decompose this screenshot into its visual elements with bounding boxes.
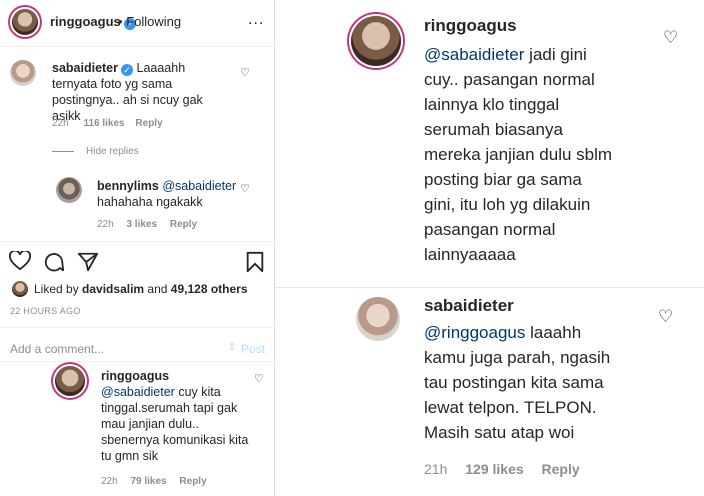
comment-icon[interactable]	[43, 251, 65, 273]
bennylims-avatar[interactable]	[56, 177, 82, 203]
reply-button[interactable]: Reply	[170, 219, 197, 230]
zoomed-comment-ringgoagus: ringgoagus ♡ @sabaidieter jadi gini cuy.…	[276, 0, 704, 288]
comment-meta: 22h 79 likes Reply	[101, 476, 207, 487]
verified-icon: ✓	[121, 64, 134, 76]
sabaidieter-avatar[interactable]	[10, 60, 36, 86]
comment-meta: 21h 129 likes Reply	[424, 461, 580, 477]
comment-line: lainnyaaaaa	[424, 245, 516, 264]
hide-replies-button[interactable]: Hide replies	[86, 146, 139, 157]
bookmark-icon[interactable]	[245, 251, 265, 273]
comment-meta: 22h 116 likes Reply	[52, 118, 163, 129]
comment-box-divider	[0, 327, 275, 328]
actions-divider	[0, 241, 275, 242]
more-options-icon[interactable]: ...	[248, 11, 264, 29]
heart-icon[interactable]: ♡	[663, 28, 678, 48]
reply-username[interactable]: bennylims	[97, 179, 159, 193]
liked-by-and: and	[147, 282, 168, 296]
comment-sabaidieter: sabaidieter ✓ Laaaahh ternyata foto yg sa…	[52, 60, 232, 124]
post-timestamp: 22 HOURS AGO	[10, 306, 81, 316]
reply-button[interactable]: Reply	[179, 476, 206, 487]
comment-line: Masih satu atap woi	[424, 423, 575, 442]
likes-summary: Liked by davidsalim and 49,128 others	[34, 282, 248, 296]
comment-likes[interactable]: 129 likes	[465, 461, 523, 477]
comment-username[interactable]: ringgoagus	[101, 369, 169, 383]
reply-text: hahahaha ngakakk	[97, 195, 203, 209]
zoomed-comment-sabaidieter: sabaidieter ♡ @ringgoagus laaahh kamu ju…	[276, 289, 704, 496]
comment-username[interactable]: ringgoagus	[424, 16, 517, 36]
reply-time: 22h	[97, 219, 114, 230]
comment-body: @ringgoagus laaahh kamu juga parah, ngas…	[424, 320, 664, 445]
reply-meta: 22h 3 likes Reply	[97, 219, 197, 230]
reply-likes[interactable]: 3 likes	[126, 219, 157, 230]
sabaidieter-avatar[interactable]	[356, 297, 400, 341]
comment-mention[interactable]: @ringgoagus	[424, 323, 525, 342]
davidsalim-avatar[interactable]	[12, 281, 28, 297]
post-button[interactable]: Post	[241, 342, 265, 356]
like-icon[interactable]	[9, 251, 31, 271]
comment-username[interactable]: sabaidieter	[424, 296, 514, 316]
reply-bennylims: bennylims @sabaidieter hahahaha ngakakk	[97, 178, 242, 210]
header-divider	[0, 46, 275, 47]
comment-line: serumah biasanya	[424, 120, 563, 139]
reply-button[interactable]: Reply	[135, 118, 162, 129]
comment-line: tau postingan kita sama	[424, 373, 604, 392]
ringgoagus-avatar[interactable]	[351, 16, 401, 66]
ringgoagus-avatar[interactable]	[55, 366, 85, 396]
emoji-icon[interactable]: ⇕	[228, 342, 236, 353]
follow-status[interactable]: • Following	[118, 14, 181, 29]
heart-icon[interactable]: ♡	[254, 372, 264, 385]
comment-likes[interactable]: 79 likes	[130, 476, 166, 487]
comment-line: lainnya klo tinggal	[424, 95, 560, 114]
comment-mention[interactable]: @sabaidieter	[101, 385, 175, 399]
reply-button[interactable]: Reply	[542, 461, 580, 477]
comment-mention[interactable]: @sabaidieter	[424, 45, 524, 64]
following-button[interactable]: Following	[126, 14, 181, 29]
comment-username[interactable]: sabaidieter	[52, 61, 118, 75]
liked-by-others[interactable]: 49,128 others	[171, 282, 248, 296]
comment-line: cuy.. pasangan normal	[424, 70, 595, 89]
share-icon[interactable]	[77, 251, 99, 273]
comment-line: pasangan normal	[424, 220, 556, 239]
comment-line: mereka janjian dulu sblm	[424, 145, 613, 164]
comment-line: posting biar ga sama	[424, 170, 582, 189]
comment-line: lewat telpon. TELPON.	[424, 398, 597, 417]
post-author-name[interactable]: ringgoagus	[50, 14, 121, 29]
heart-icon[interactable]: ♡	[240, 182, 250, 195]
bottom-divider	[0, 361, 275, 362]
comment-time: 22h	[52, 118, 69, 129]
comment-likes[interactable]: 116 likes	[83, 118, 124, 129]
ringgoagus-avatar[interactable]	[12, 9, 38, 35]
reply-mention[interactable]: @sabaidieter	[162, 179, 236, 193]
comment-body: @sabaidieter jadi gini cuy.. pasangan no…	[424, 42, 664, 267]
comment-ringgoagus: ringgoagus @sabaidieter cuy kita tinggal…	[101, 368, 251, 464]
comment-time: 22h	[101, 476, 118, 487]
comment-line: laaahh	[525, 323, 582, 342]
liked-by-user[interactable]: davidsalim	[82, 282, 144, 296]
comment-time: 21h	[424, 461, 448, 477]
comment-line: gini, itu loh yg dilakuin	[424, 195, 591, 214]
hide-replies-line	[52, 151, 74, 152]
separator-dot: •	[118, 14, 123, 29]
liked-by-label: Liked by	[34, 282, 79, 296]
comment-line: kamu juga parah, ngasih	[424, 348, 611, 367]
add-comment-input[interactable]: Add a comment...	[10, 342, 104, 356]
heart-icon[interactable]: ♡	[240, 66, 250, 79]
post-panel: ringgoagus ✓ • Following ... sabaidieter ✓…	[0, 0, 275, 496]
comment-line: jadi gini	[524, 45, 587, 64]
